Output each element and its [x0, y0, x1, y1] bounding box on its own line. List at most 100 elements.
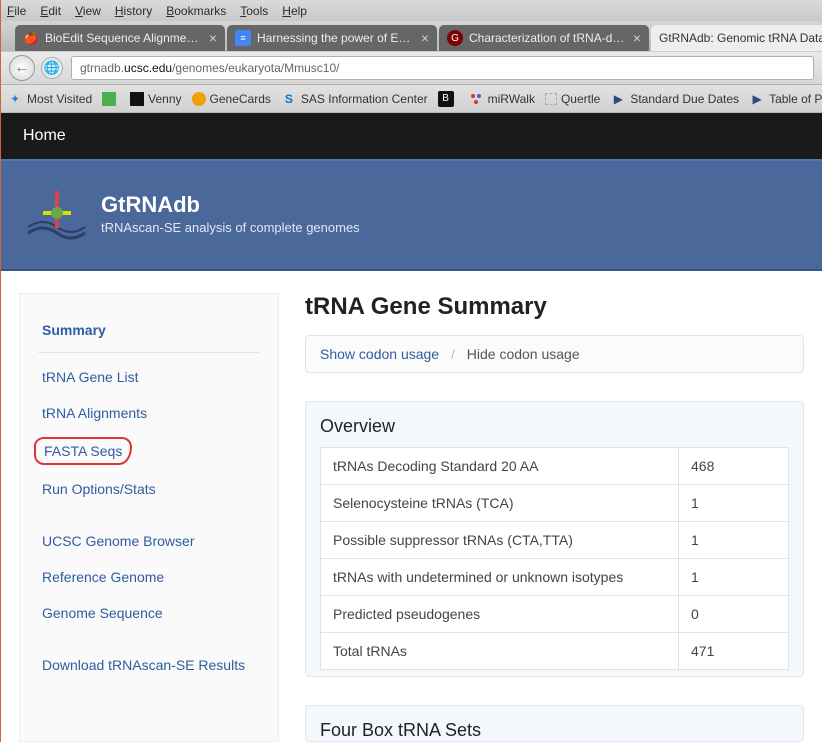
bookmark-label: Table of Page Limits — [769, 92, 822, 106]
cell-label: Possible suppressor tRNAs (CTA,TTA) — [321, 522, 679, 559]
sidebar-item-download-results[interactable]: Download tRNAscan-SE Results — [38, 647, 260, 683]
bookmark-label: miRWalk — [488, 92, 535, 106]
cell-label: tRNAs with undetermined or unknown isoty… — [321, 559, 679, 596]
close-icon[interactable]: × — [421, 30, 429, 46]
page-title: tRNA Gene Summary — [305, 293, 804, 321]
bookmark-b[interactable]: B — [438, 91, 458, 107]
tab-bioedit[interactable]: 🍎 BioEdit Sequence Alignment E… × — [15, 25, 225, 51]
sidebar: Summary tRNA Gene List tRNA Alignments F… — [19, 293, 279, 742]
four-box-panel: Four Box tRNA Sets — [305, 705, 804, 742]
bookmark-page-limits[interactable]: ▶ Table of Page Limits — [749, 91, 822, 107]
cell-label: Selenocysteine tRNAs (TCA) — [321, 485, 679, 522]
tab-label: BioEdit Sequence Alignment E… — [45, 31, 201, 45]
sidebar-item-run-options[interactable]: Run Options/Stats — [38, 471, 260, 507]
codon-usage-box: Show codon usage / Hide codon usage — [305, 335, 804, 373]
url-domain: ucsc.edu — [124, 61, 172, 75]
gtrnadb-logo-icon — [23, 183, 91, 243]
menubar: File Edit View History Bookmarks Tools H… — [1, 0, 822, 21]
sidebar-item-fasta-seqs[interactable]: FASTA Seqs — [34, 437, 132, 465]
orange-circle-icon — [192, 92, 206, 106]
sidebar-item-genome-sequence[interactable]: Genome Sequence — [38, 595, 260, 631]
cell-value: 1 — [679, 559, 789, 596]
sidebar-item-alignments[interactable]: tRNA Alignments — [38, 395, 260, 431]
cell-label: Predicted pseudogenes — [321, 596, 679, 633]
sidebar-item-gene-list[interactable]: tRNA Gene List — [38, 359, 260, 395]
brand-title: GtRNAdb — [101, 192, 360, 218]
home-link[interactable]: Home — [1, 113, 822, 159]
black-square-icon — [130, 92, 144, 106]
page: Home GtRNAdb tRNAscan-SE analysis of com… — [1, 113, 822, 742]
menu-view[interactable]: View — [75, 4, 101, 18]
play-icon: ▶ — [749, 91, 765, 107]
menu-help[interactable]: Help — [282, 4, 307, 18]
tab-harnessing[interactable]: ≡ Harnessing the power of Exc… × — [227, 25, 437, 51]
bookmark-label: SAS Information Center — [301, 92, 428, 106]
back-button[interactable]: ← — [9, 55, 35, 81]
arrow-left-icon: ← — [14, 59, 30, 77]
site-identity-button[interactable]: 🌐 — [41, 57, 63, 79]
close-icon[interactable]: × — [209, 30, 217, 46]
show-codon-usage-link[interactable]: Show codon usage — [320, 346, 439, 362]
menu-tools[interactable]: Tools — [240, 4, 268, 18]
bookmark-sas[interactable]: S SAS Information Center — [281, 91, 428, 107]
overview-title: Overview — [320, 416, 789, 437]
menu-history[interactable]: History — [115, 4, 152, 18]
g-icon: G — [447, 30, 463, 46]
tab-label: GtRNAdb: Genomic tRNA Database — [659, 31, 822, 45]
b-square-icon: B — [438, 91, 454, 107]
sidebar-item-reference-genome[interactable]: Reference Genome — [38, 559, 260, 595]
globe-icon: 🌐 — [44, 60, 60, 76]
table-row: Total tRNAs471 — [321, 633, 789, 670]
menu-file[interactable]: File — [7, 4, 26, 18]
cell-value: 0 — [679, 596, 789, 633]
green-square-icon — [102, 92, 116, 106]
bookmark-quertle[interactable]: Quertle — [545, 92, 600, 106]
doc-icon: ≡ — [235, 30, 251, 46]
bookmark-label: Venny — [148, 92, 181, 106]
bookmarks-bar: ✦Most Visited Venny GeneCards S SAS Infor… — [1, 85, 822, 113]
table-row: tRNAs Decoding Standard 20 AA468 — [321, 448, 789, 485]
cell-value: 1 — [679, 485, 789, 522]
url-input[interactable]: gtrnadb.ucsc.edu/genomes/eukaryota/Mmusc… — [71, 56, 814, 80]
bookmark-label: Standard Due Dates — [630, 92, 739, 106]
cell-value: 471 — [679, 633, 789, 670]
bookmark-most-visited[interactable]: ✦Most Visited — [7, 91, 92, 107]
table-row: tRNAs with undetermined or unknown isoty… — [321, 559, 789, 596]
main-content: tRNA Gene Summary Show codon usage / Hid… — [305, 293, 804, 742]
bookmark-mirwalk[interactable]: miRWalk — [468, 91, 535, 107]
tab-label: Harnessing the power of Exc… — [257, 31, 413, 45]
star-icon: ✦ — [7, 91, 23, 107]
dots-icon — [468, 91, 484, 107]
tab-gtrnadb[interactable]: GtRNAdb: Genomic tRNA Database — [651, 25, 822, 51]
cell-label: Total tRNAs — [321, 633, 679, 670]
sidebar-item-summary[interactable]: Summary — [38, 312, 260, 353]
apple-icon: 🍎 — [23, 30, 39, 46]
table-row: Predicted pseudogenes0 — [321, 596, 789, 633]
tab-label: Characterization of tRNA-deri… — [469, 31, 625, 45]
separator: / — [451, 346, 455, 362]
tab-strip: 🍎 BioEdit Sequence Alignment E… × ≡ Harn… — [1, 21, 822, 51]
menu-bookmarks[interactable]: Bookmarks — [166, 4, 226, 18]
brand-tagline: tRNAscan-SE analysis of complete genomes — [101, 220, 360, 235]
page-icon — [545, 93, 557, 105]
table-row: Possible suppressor tRNAs (CTA,TTA)1 — [321, 522, 789, 559]
url-path: /genomes/eukaryota/Mmusc10/ — [172, 61, 339, 75]
bookmark-venny[interactable]: Venny — [130, 92, 181, 106]
play-icon: ▶ — [610, 91, 626, 107]
bookmark-genecards[interactable]: GeneCards — [192, 92, 271, 106]
cell-value: 1 — [679, 522, 789, 559]
s-icon: S — [281, 91, 297, 107]
overview-table: tRNAs Decoding Standard 20 AA468 Selenoc… — [320, 447, 789, 670]
hide-codon-usage-link[interactable]: Hide codon usage — [467, 346, 580, 362]
menu-edit[interactable]: Edit — [40, 4, 61, 18]
table-row: Selenocysteine tRNAs (TCA)1 — [321, 485, 789, 522]
cell-value: 468 — [679, 448, 789, 485]
cell-label: tRNAs Decoding Standard 20 AA — [321, 448, 679, 485]
tab-characterization[interactable]: G Characterization of tRNA-deri… × — [439, 25, 649, 51]
bookmark-green[interactable] — [102, 92, 120, 106]
bookmark-label: Quertle — [561, 92, 600, 106]
bookmark-std-due[interactable]: ▶ Standard Due Dates — [610, 91, 739, 107]
close-icon[interactable]: × — [633, 30, 641, 46]
navbar: ← 🌐 gtrnadb.ucsc.edu/genomes/eukaryota/M… — [1, 51, 822, 85]
sidebar-item-ucsc-browser[interactable]: UCSC Genome Browser — [38, 523, 260, 559]
